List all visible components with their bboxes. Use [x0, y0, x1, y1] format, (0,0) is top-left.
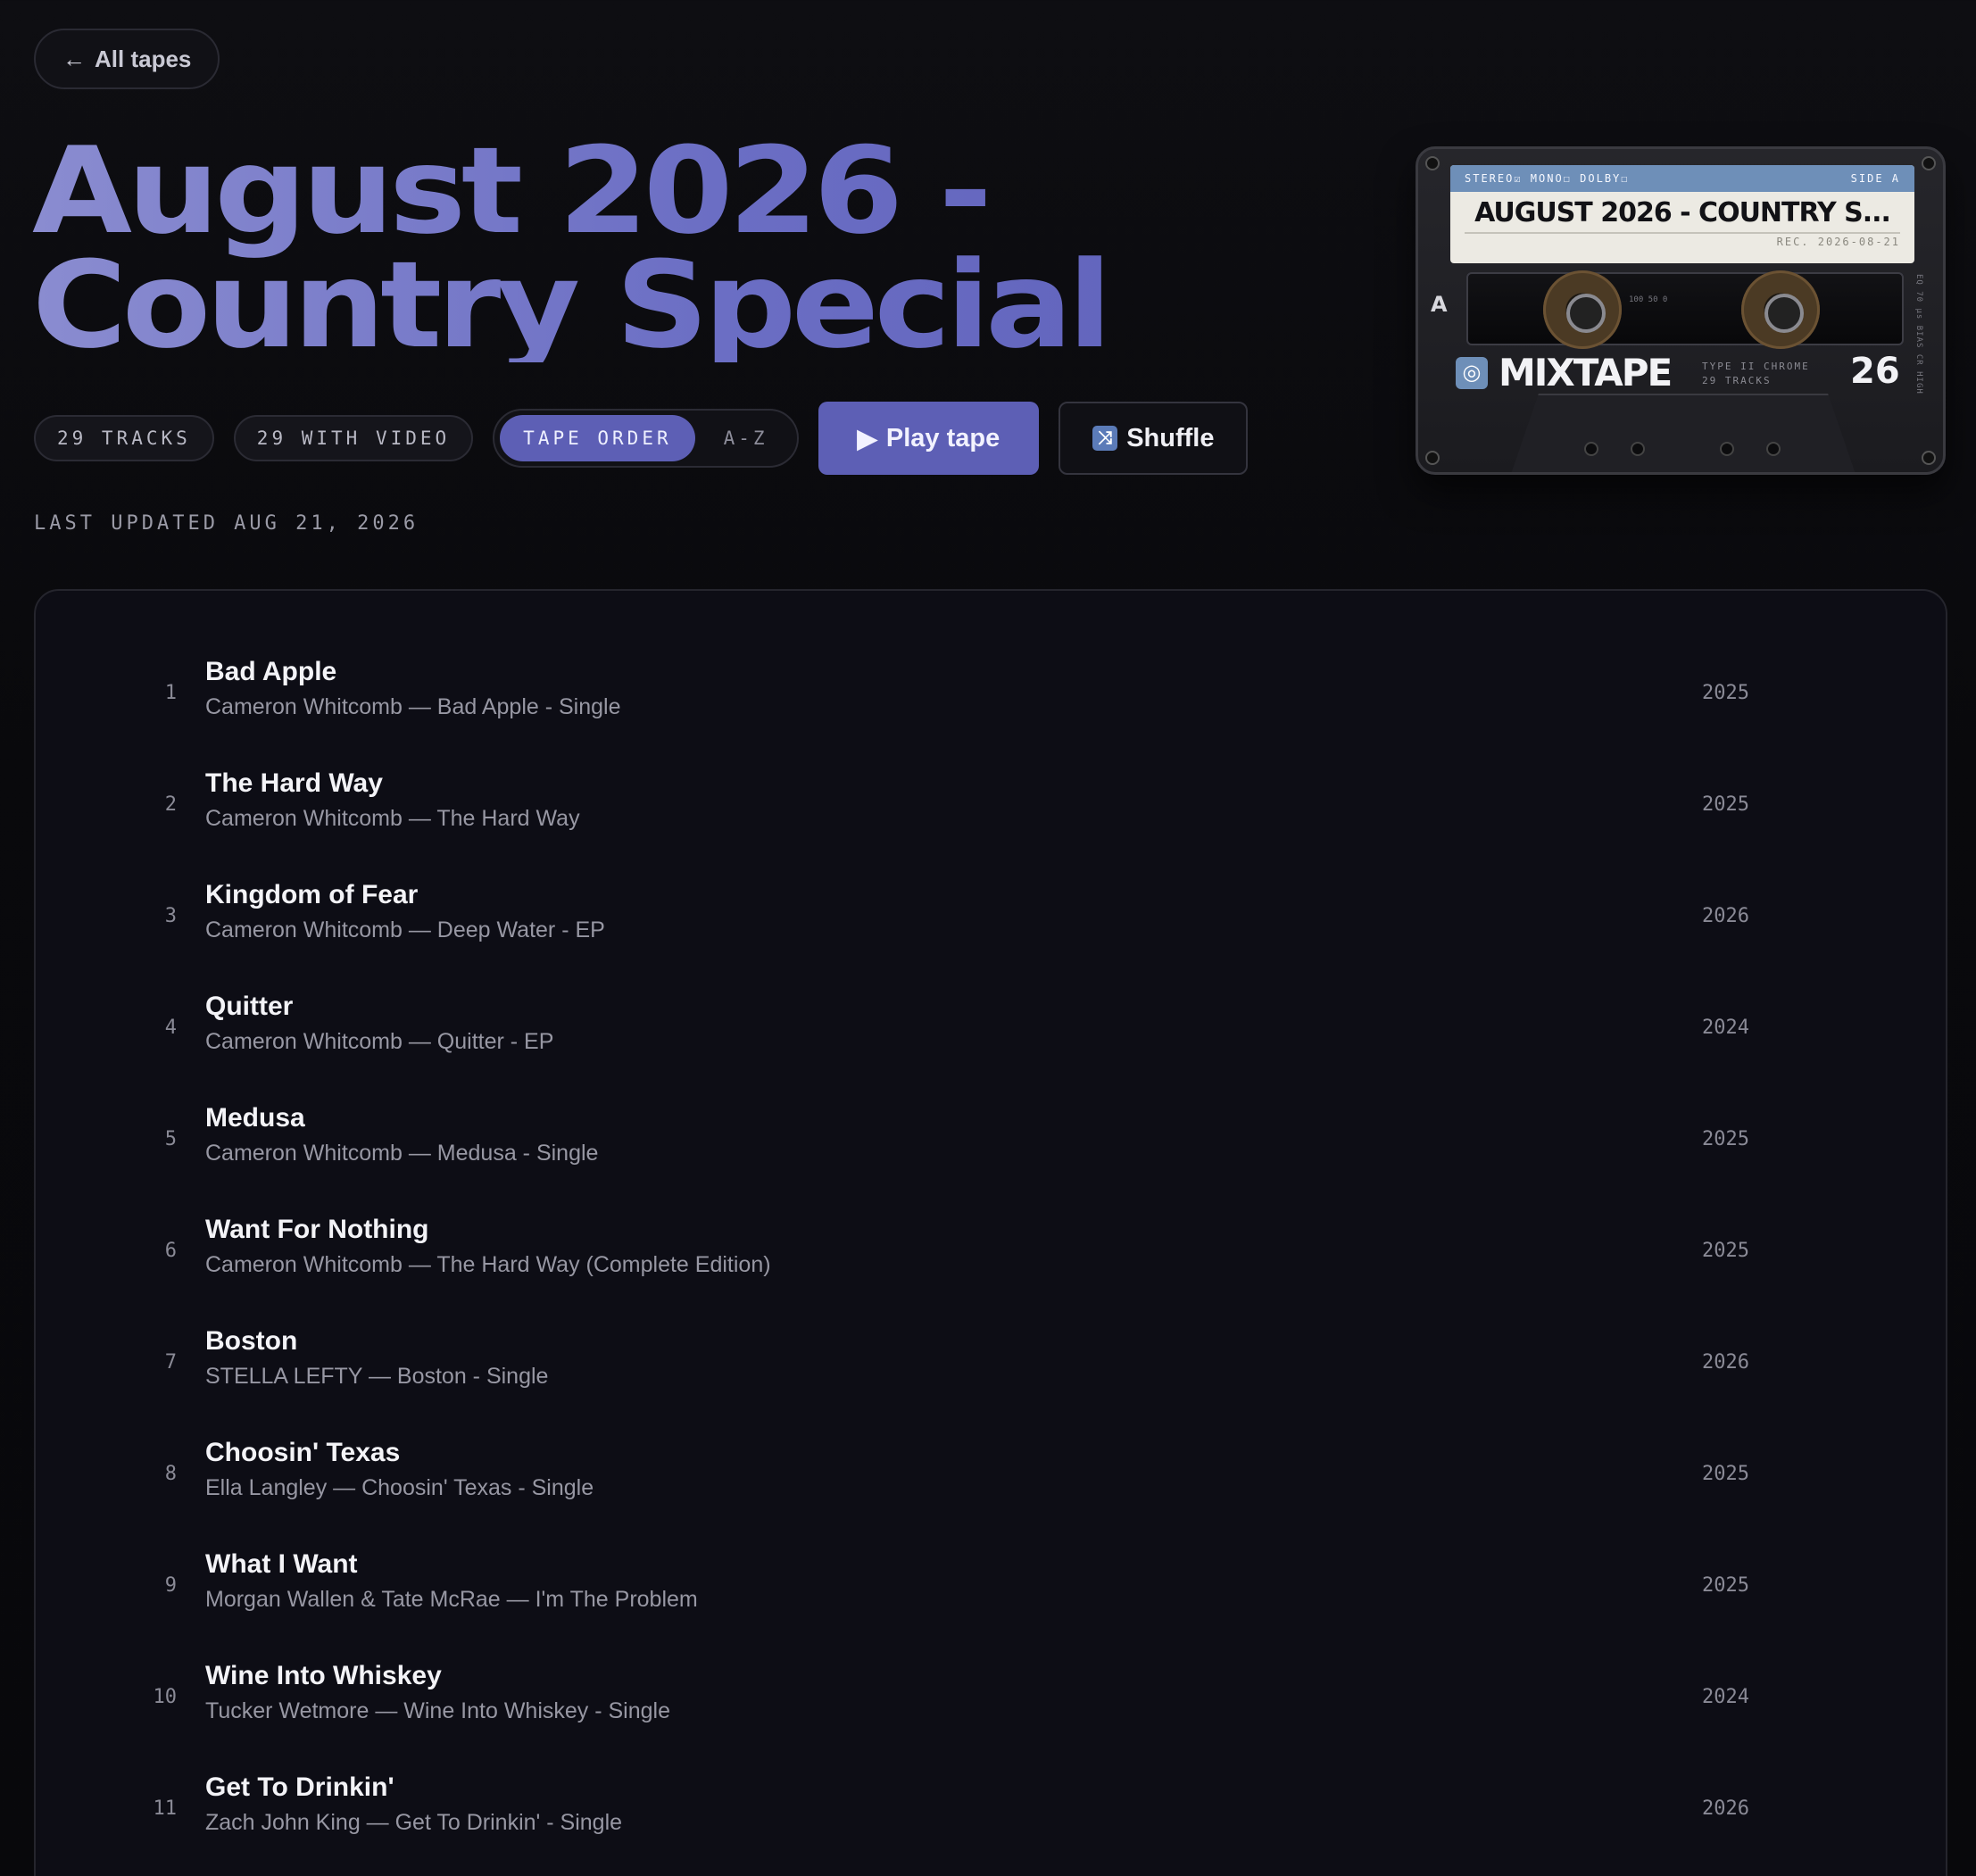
left-reel-icon [1543, 270, 1622, 349]
track-row[interactable]: 8 Choosin' Texas Ella Langley — Choosin'… [36, 1425, 1946, 1537]
sort-toggle: TAPE ORDER A-Z [493, 409, 799, 468]
cassette-type-line-2: 29 TRACKS [1702, 375, 1772, 386]
play-tape-label: Play tape [885, 423, 1000, 452]
track-title: Bad Apple [205, 657, 337, 686]
sort-option-tape-order[interactable]: TAPE ORDER [500, 415, 695, 461]
track-year: 2025 [1702, 793, 1749, 816]
arrow-left-icon: ← [62, 45, 86, 72]
track-row[interactable]: 9 What I Want Morgan Wallen & Tate McRae… [36, 1537, 1946, 1648]
track-title: Quitter [205, 992, 294, 1021]
track-artist-album: Cameron Whitcomb — Deep Water - EP [205, 917, 605, 942]
track-number: 8 [164, 1463, 177, 1485]
play-tape-button[interactable]: ▶ Play tape [818, 402, 1040, 475]
shuffle-button[interactable]: ⤨ Shuffle [1059, 402, 1249, 475]
page-title: August 2026 - Country Special [32, 134, 1401, 362]
track-title: Get To Drinkin' [205, 1772, 394, 1802]
track-artist-album: Cameron Whitcomb — The Hard Way (Complet… [205, 1252, 771, 1277]
track-artist-album: Cameron Whitcomb — Medusa - Single [205, 1141, 599, 1166]
track-number: 11 [153, 1797, 178, 1820]
screw-icon [1425, 156, 1440, 170]
track-number: 7 [164, 1351, 177, 1374]
tape-controls: 29 TRACKS 29 WITH VIDEO TAPE ORDER A-Z ▶… [34, 402, 1249, 475]
right-reel-icon [1741, 270, 1820, 349]
track-artist-album: Cameron Whitcomb — Bad Apple - Single [205, 694, 621, 719]
track-number: 3 [164, 905, 177, 927]
cassette-side-letter: A [1431, 292, 1448, 317]
cassette-type: TYPE II CHROME 29 TRACKS [1702, 360, 1810, 388]
track-row[interactable]: 7 Boston STELLA LEFTY — Boston - Single … [36, 1314, 1946, 1425]
track-title: Medusa [205, 1103, 305, 1133]
track-artist-album: Cameron Whitcomb — The Hard Way [205, 806, 580, 831]
track-artist-album: Ella Langley — Choosin' Texas - Single [205, 1475, 594, 1500]
track-row[interactable]: 11 Get To Drinkin' Zach John King — Get … [36, 1760, 1946, 1872]
track-year: 2025 [1702, 1128, 1749, 1150]
track-row[interactable]: 10 Wine Into Whiskey Tucker Wetmore — Wi… [36, 1648, 1946, 1760]
shuffle-label: Shuffle [1126, 423, 1215, 452]
page-title-line-2: Country Special [32, 236, 1108, 375]
cassette-eq-text: EQ 70 μs BIAS CR HIGH [1914, 274, 1923, 394]
track-title: Want For Nothing [205, 1215, 429, 1244]
sort-option-a-z[interactable]: A-Z [701, 415, 792, 461]
track-number: 10 [153, 1686, 178, 1708]
cassette-art: STEREO☑ MONO☐ DOLBY☐ SIDE A AUGUST 2026 … [1416, 146, 1946, 475]
cassette-label: STEREO☑ MONO☐ DOLBY☐ SIDE A AUGUST 2026 … [1450, 165, 1914, 263]
track-artist-album: Zach John King — Get To Drinkin' - Singl… [205, 1810, 623, 1835]
track-artist-album: Cameron Whitcomb — Quitter - EP [205, 1029, 554, 1054]
track-artist-album: STELLA LEFTY — Boston - Single [205, 1364, 549, 1389]
track-list: 1 Bad Apple Cameron Whitcomb — Bad Apple… [34, 589, 1947, 1876]
track-number: 5 [164, 1128, 177, 1150]
track-number: 4 [164, 1017, 177, 1039]
track-year: 2026 [1702, 1797, 1749, 1820]
track-number: 9 [164, 1574, 177, 1597]
cassette-bottom [1511, 394, 1856, 472]
tape-meter: 100 50 0 [1629, 295, 1668, 304]
all-tapes-button[interactable]: ← All tapes [34, 29, 220, 89]
play-icon: ▶ [857, 424, 877, 453]
track-count-badge: 29 TRACKS [34, 415, 214, 461]
track-title: Wine Into Whiskey [205, 1661, 442, 1690]
cassette-title: AUGUST 2026 - COUNTRY S... [1474, 197, 1891, 228]
cassette-rec-date: REC. 2026-08-21 [1776, 236, 1900, 248]
track-year: 2025 [1702, 1240, 1749, 1262]
last-updated: LAST UPDATED AUG 21, 2026 [34, 512, 419, 535]
cassette-brand: ◎ MIXTAPE [1456, 351, 1673, 394]
video-count-badge: 29 WITH VIDEO [233, 415, 474, 461]
track-year: 2025 [1702, 1574, 1749, 1597]
target-logo-icon: ◎ [1456, 356, 1488, 389]
track-row[interactable]: 4 Quitter Cameron Whitcomb — Quitter - E… [36, 979, 1946, 1091]
cassette-brand-name: MIXTAPE [1499, 351, 1673, 394]
screw-icon [1922, 156, 1936, 170]
track-title: What I Want [205, 1549, 358, 1579]
track-title: Boston [205, 1326, 298, 1356]
screw-icon [1425, 451, 1440, 465]
cassette-number: 26 [1850, 351, 1900, 392]
track-year: 2024 [1702, 1686, 1749, 1708]
cassette-side: SIDE A [1850, 172, 1900, 185]
tape-window: 100 50 0 [1466, 270, 1904, 349]
cassette-flags: STEREO☑ MONO☐ DOLBY☐ [1465, 172, 1630, 185]
shuffle-icon: ⤨ [1092, 426, 1118, 451]
cassette-type-line-1: TYPE II CHROME [1702, 361, 1810, 372]
all-tapes-label: All tapes [95, 45, 192, 72]
screw-icon [1922, 451, 1936, 465]
track-artist-album: Morgan Wallen & Tate McRae — I'm The Pro… [205, 1587, 698, 1612]
track-number: 6 [164, 1240, 177, 1262]
track-title: Kingdom of Fear [205, 880, 419, 909]
track-row[interactable]: 1 Bad Apple Cameron Whitcomb — Bad Apple… [36, 644, 1946, 756]
track-year: 2024 [1702, 1017, 1749, 1039]
track-row[interactable]: 6 Want For Nothing Cameron Whitcomb — Th… [36, 1202, 1946, 1314]
track-number: 2 [164, 793, 177, 816]
track-row[interactable]: 5 Medusa Cameron Whitcomb — Medusa - Sin… [36, 1091, 1946, 1202]
track-year: 2026 [1702, 905, 1749, 927]
track-year: 2025 [1702, 1463, 1749, 1485]
track-row[interactable]: 2 The Hard Way Cameron Whitcomb — The Ha… [36, 756, 1946, 867]
track-year: 2026 [1702, 1351, 1749, 1374]
track-title: Choosin' Texas [205, 1438, 401, 1467]
track-row[interactable]: 3 Kingdom of Fear Cameron Whitcomb — Dee… [36, 867, 1946, 979]
track-artist-album: Tucker Wetmore — Wine Into Whiskey - Sin… [205, 1698, 670, 1723]
track-year: 2025 [1702, 682, 1749, 704]
track-number: 1 [164, 682, 177, 704]
track-title: The Hard Way [205, 768, 383, 798]
